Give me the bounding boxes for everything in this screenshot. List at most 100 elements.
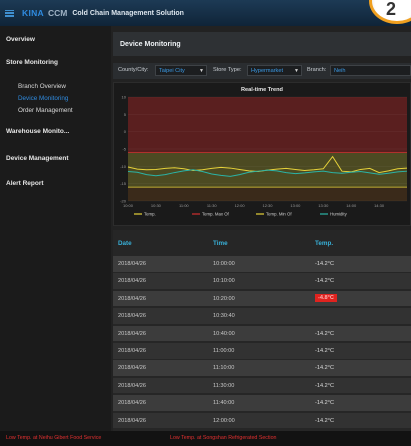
cell-temp: -14.2°C [315,348,335,354]
chart-x-tick-label: 14:00 [346,203,357,208]
chart-y-tick-label: 0 [124,129,127,134]
cell-date: 2018/04/26 [118,400,146,407]
chevron-down-icon: ▼ [294,68,299,74]
nav-alert-report[interactable]: Alert Report [6,180,44,187]
cell-temp: -14.2°C [315,278,335,285]
col-header-time[interactable]: Time [213,240,228,247]
chart-x-tick-label: 11:00 [179,203,189,208]
chart-x-tick-label: 13:00 [290,203,301,208]
cell-date: 2018/04/26 [118,278,146,285]
cell-date: 2018/04/26 [118,261,146,267]
top-bar: KINA CCM Cold Chain Management Solution … [0,0,411,26]
chart-x-tick-label: 10:00 [123,203,134,208]
table-row[interactable]: 2018/04/26 10:40:00 -14.2°C [113,325,411,342]
chart-y-tick-label: -5 [122,147,126,152]
county-label: County/City: [118,67,149,73]
nav-overview[interactable]: Overview [6,36,35,43]
cell-time: 10:10:00 [213,278,235,285]
nav-store-monitoring[interactable]: Store Monitoring [6,59,58,66]
main-content: Device Monitoring County/City: Taipei Ci… [111,26,411,431]
col-header-date[interactable]: Date [118,240,132,247]
cell-date: 2018/04/26 [118,382,146,389]
hamburger-menu-icon[interactable] [5,9,14,18]
cell-temp: -14.2°C [315,261,335,267]
filter-bar: County/City: Taipei City ▼ Store Type: Hy… [113,63,411,79]
chart-y-tick-label: -15 [120,181,127,186]
nav-order-management[interactable]: Order Management [18,107,73,114]
cell-time: 11:40:00 [213,400,235,407]
chart-x-tick-label: 12:00 [235,203,246,208]
chart-y-tick-label: -10 [120,164,127,169]
trend-chart-panel: -20 -15 -10 -5 0 5 10 10:00 10:30 11:00 11:30 12:00… [113,82,411,226]
chart-x-tick-label: 14:30 [374,203,385,208]
badge-count: 2 [386,0,397,19]
cell-date: 2018/04/26 [118,417,146,424]
chart-legend-label: Humidity [330,212,348,217]
sidebar: Overview Store Monitoring Branch Overvie… [0,26,111,431]
table-row[interactable]: 2018/04/26 11:00:00 -14.2°C [113,343,411,359]
readings-table: Date Time Temp. 2018/04/26 10:00:00 -14.2°… [113,230,411,431]
nav-device-management[interactable]: Device Management [6,155,69,162]
cell-temp: -14.2°C [315,382,335,389]
cell-temp: -14.2°C [315,330,335,337]
col-header-temp[interactable]: Temp. [315,240,333,247]
page-title: Device Monitoring [120,41,181,48]
cell-time: 11:00:00 [213,348,235,354]
alarm-message-left[interactable]: Low Temp. at Neihu Gibert Food Service [6,435,101,441]
table-row[interactable]: 2018/04/26 11:40:00 -14.2°C [113,395,411,411]
table-row[interactable]: 2018/04/26 10:10:00 -14.2°C [113,273,411,289]
cell-temp: -4.8°C [315,293,337,302]
page-header: Device Monitoring [113,32,411,56]
chart-band-2 [128,187,407,201]
branch-label: Branch: [307,67,327,73]
branch-value: Neih [334,68,346,74]
table-row[interactable]: 2018/04/26 11:30:00 -14.2°C [113,377,411,394]
chevron-down-icon: ▼ [199,68,204,74]
chart-x-tick-label: 11:30 [207,203,217,208]
chart-legend-label: Temp. Max Of [202,212,230,217]
county-value: Taipei City [159,68,185,74]
table-row[interactable]: 2018/04/26 12:00:00 -14.2°C [113,412,411,429]
chart-y-tick-label: 10 [122,95,127,100]
nav-warehouse-monitoring[interactable]: Warehouse Monito... [6,128,69,135]
nav-device-monitoring[interactable]: Device Monitoring [18,95,68,102]
chart-y-tick-label: 5 [124,112,127,117]
nav-branch-overview[interactable]: Branch Overview [18,83,66,90]
chart-x-tick-label: 13:30 [318,203,329,208]
cell-date: 2018/04/26 [118,348,146,354]
cell-time: 12:00:00 [213,417,235,424]
brand-logo: KINA [22,8,44,18]
cell-time: 10:40:00 [213,330,235,337]
cell-date: 2018/04/26 [118,313,146,320]
chart-legend-label: Temp. [144,212,156,217]
cell-temp: -14.2°C [315,365,335,372]
table-row[interactable]: 2018/04/26 11:10:00 -14.2°C [113,360,411,376]
table-row[interactable]: 2018/04/26 10:00:00 -14.2°C [113,256,411,272]
cell-time: 10:30:40 [213,313,235,320]
store-type-select[interactable]: Hypermarket ▼ [247,65,302,76]
branch-select[interactable]: Neih [330,65,411,76]
cell-date: 2018/04/26 [118,365,146,372]
chart-title: Real-time Trend [241,87,283,93]
app-title: Cold Chain Management Solution [72,9,184,17]
county-select[interactable]: Taipei City ▼ [155,65,207,76]
alarm-message-right[interactable]: Low Temp. at Songshan Refrigerated Secti… [170,435,277,441]
store-type-label: Store Type: [213,67,242,73]
trend-chart: -20-15-10-5051010:00 10:30 11:00 11:30 12:00… [120,95,408,217]
cell-date: 2018/04/26 [118,330,146,337]
chart-x-tick-label: 10:30 [151,203,162,208]
cell-temp: -14.2°C [315,400,335,407]
cell-time: 10:00:00 [213,261,235,267]
brand-sub: CCM [47,8,68,18]
notification-badge[interactable]: 2 [369,0,411,24]
table-row[interactable]: 2018/04/26 10:30:40 [113,308,411,324]
cell-temp: -14.2°C [315,417,335,424]
chart-band-0 [128,97,407,153]
cell-time: 10:20:00 [213,295,235,302]
cell-time: 11:10:00 [213,365,235,372]
cell-date: 2018/04/26 [118,295,146,302]
store-type-value: Hypermarket [251,68,284,74]
chart-x-tick-label: 12:30 [262,203,273,208]
table-row[interactable]: 2018/04/26 10:20:00 -4.8°C [113,290,411,307]
cell-time: 11:30:00 [213,382,235,389]
